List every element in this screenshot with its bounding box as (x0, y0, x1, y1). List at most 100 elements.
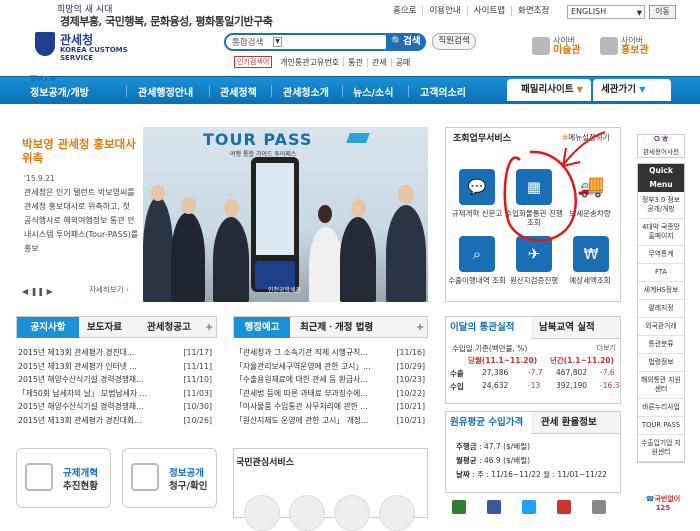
cargo-search-icon[interactable]: ▦ (516, 169, 552, 205)
quick-item[interactable]: TOUR PASS (638, 417, 684, 435)
twitter-icon[interactable] (522, 500, 536, 514)
guide-link[interactable]: 이용안내 (422, 6, 466, 16)
banner-title[interactable]: 박보영 관세청 홍보대사 위촉 (22, 137, 140, 165)
search-category[interactable]: 통합검색 (232, 36, 263, 48)
service-origin-verification[interactable]: 원산지검증진행 (504, 276, 564, 285)
info-disclosure-button[interactable]: 정보공개 청구/확인 (122, 448, 217, 508)
keyword-link[interactable]: 개인통관고유번호 (276, 58, 343, 67)
list-item-title[interactable]: 「관세청과 그 소속기관 직제 시행규칙... (235, 348, 368, 357)
tab-notices[interactable]: 공지사항 (17, 317, 79, 338)
pause-icon[interactable]: ❚❚ (31, 287, 44, 296)
keyword-link[interactable]: 관세 (366, 57, 391, 67)
search-button[interactable]: 🔍검색 (386, 33, 426, 51)
list-item[interactable]: 2015년 해양수산식기설 경력경쟁채... [11/10] (18, 373, 212, 387)
tab-press[interactable]: 보도자료 (87, 317, 122, 338)
stats-more-link[interactable]: 더보기 (597, 343, 616, 353)
nav-customs-admin[interactable]: 관세행정안내 (138, 84, 193, 99)
list-item-title[interactable]: 2015년 제13회 관세평가 인터넷 ... (18, 362, 137, 371)
chat-icon[interactable]: 💬 (459, 169, 495, 205)
keyword-link[interactable]: 통관 (343, 57, 367, 67)
magnifier-icon[interactable]: ⌕ (459, 236, 495, 272)
customs-emblem-icon[interactable] (35, 32, 55, 56)
list-item[interactable]: 2015년 제13회 관세평가 인터넷 ... [11/11] (18, 360, 212, 374)
airplane-icon[interactable]: ✈ (516, 236, 552, 272)
list-item-title[interactable]: 「제50회 납세자의 날」 모범납세자 ... (18, 389, 147, 398)
quick-item[interactable]: 수출입기업 지원센터 (638, 435, 684, 462)
service-circle-icon[interactable] (244, 495, 280, 531)
quick-item[interactable]: 바른누리사업 (638, 399, 684, 417)
screen-zoom-link[interactable]: 화면조정 (511, 6, 555, 16)
social-icon[interactable] (592, 500, 606, 514)
list-item[interactable]: 2015년 제13회 관세평가 경진대회... [10/26] (18, 414, 212, 428)
nav-voice[interactable]: 고객의소리 (420, 84, 466, 99)
list-item-title[interactable]: 「원산지제도 운영에 관한 고시」 개정... (235, 416, 368, 425)
truck-icon[interactable]: 🚚 (573, 169, 609, 205)
plus-icon[interactable]: + (205, 317, 213, 338)
list-item[interactable]: 「제50회 납세자의 날」 모범납세자 ... [11/03] (18, 387, 212, 401)
quick-item[interactable]: FTA (638, 264, 684, 282)
nav-about[interactable]: 관세청소개 (283, 84, 329, 99)
service-regulation-report[interactable]: 규제개혁 신문고 (447, 209, 507, 218)
list-item[interactable]: 「자율관리보세구역운영에 관한 고시」... [10/29] (235, 360, 425, 374)
tab-exchange-rate[interactable]: 관세 환율정보 (541, 412, 597, 434)
language-go-button[interactable]: 이동 (649, 5, 676, 19)
list-item[interactable]: 2015년 해양수산식기설 경력경쟁채... [10/30] (18, 400, 212, 414)
service-tax-estimate[interactable]: 예상세액조회 (560, 276, 620, 285)
list-item[interactable]: 「관세법 등에 따른 과태료 부과징수에... [10/22] (235, 387, 425, 401)
tab-oil-price[interactable]: 원유평균 수입가격 (446, 412, 531, 434)
tab-recent-laws[interactable]: 최근제ㆍ개정 법령 (300, 317, 373, 338)
quick-item[interactable]: 세계HS정보 (638, 282, 684, 300)
main-banner[interactable]: 박보영 관세청 홍보대사 위촉 '15.9.21 관세청은 인기 탤런트 박보영… (16, 127, 428, 302)
quick-item[interactable]: 해외통관 지원센터 (638, 372, 684, 399)
nav-open-gov[interactable]: 정보공개/개방 (30, 84, 89, 99)
regulation-reform-button[interactable]: 규제개혁 추진현황 (16, 448, 111, 508)
quick-item[interactable]: 정부3.0 정보공개/개방 (638, 192, 684, 219)
list-item-title[interactable]: 2015년 제13회 관세평가 경진대회... (18, 416, 142, 425)
won-icon[interactable]: ₩ (573, 236, 609, 272)
service-circle-icon[interactable] (289, 495, 325, 531)
list-item[interactable]: 「관세청과 그 소속기관 직제 시행규칙... [11/16] (235, 346, 425, 360)
list-item-title[interactable]: 「이사물품 수입통관 사무처리에 관한 ... (235, 402, 368, 411)
lookup-services-title[interactable]: 조회업무서비스 (447, 131, 514, 147)
service-bonded-transport[interactable]: 보세운송차량 (560, 209, 620, 218)
facebook-icon[interactable] (487, 500, 501, 514)
family-site-dropdown[interactable]: 패밀리사이트 ▼ (507, 79, 591, 101)
plus-icon[interactable]: + (416, 317, 424, 338)
search-box[interactable]: 통합검색 ▼ (224, 33, 392, 51)
service-circle-icon[interactable] (379, 495, 415, 531)
next-arrow-icon[interactable]: ▶ (47, 287, 53, 296)
list-item-title[interactable]: 「자율관리보세구역운영에 관한 고시」... (235, 362, 371, 371)
service-export-history[interactable]: 수출이행내역 조회 (447, 276, 507, 285)
cyber-gallery-link[interactable]: 사이버 미술관 (532, 36, 581, 56)
list-item[interactable]: 「이사물품 수입통관 사무처리에 관한 ... [10/21] (235, 400, 425, 414)
logo-english[interactable]: KOREA CUSTOMS SERVICE (60, 46, 140, 62)
prev-arrow-icon[interactable]: ◀ (22, 287, 28, 296)
nav-customs-policy[interactable]: 관세정책 (220, 84, 257, 99)
list-item-title[interactable]: 2015년 제13회 관세평가 경진대... (18, 348, 134, 357)
list-item-title[interactable]: 「수출용원재료에 대한 관세 등 환급사... (235, 375, 368, 384)
list-item-title[interactable]: 「관세법 등에 따른 과태료 부과징수에... (235, 389, 368, 398)
staff-search-button[interactable]: 직원검색 (432, 33, 476, 50)
tab-monthly-stats[interactable]: 이달의 통관실적 (446, 317, 531, 339)
service-import-cargo-status[interactable]: 수입화물통관 진행조회 (504, 209, 564, 227)
tab-inter-korean[interactable]: 남북교역 실적 (539, 317, 595, 339)
banner-more-link[interactable]: 자세히보기 › (89, 284, 129, 295)
list-item[interactable]: 「수출용원재료에 대한 관세 등 환급사... [10/23] (235, 373, 425, 387)
quick-item[interactable]: 법령정보 (638, 354, 684, 372)
sitemap-link[interactable]: 사이트맵 (466, 6, 511, 16)
cyber-pr-link[interactable]: 사이버 홍보관 (600, 36, 649, 56)
language-select[interactable]: ENGLISH ▼ (567, 5, 645, 19)
list-item[interactable]: 2015년 제13회 관세평가 경진대... [11/17] (18, 346, 212, 360)
home-link[interactable]: 홈으로 (387, 6, 422, 16)
quick-item[interactable]: 외국환거래 (638, 318, 684, 336)
nav-news[interactable]: 뉴스/소식 (353, 84, 393, 99)
menu-settings-link[interactable]: ✲메뉴설정하기 (562, 132, 610, 143)
quick-item[interactable]: 4대악 국종망 홈페이지 (638, 219, 684, 246)
list-item-title[interactable]: 2015년 해양수산식기설 경력경쟁채... (18, 375, 143, 384)
list-item-title[interactable]: 2015년 해양수산식기설 경력경쟁채... (18, 402, 143, 411)
quick-item[interactable]: 무역통계 (638, 246, 684, 264)
youtube-icon[interactable] (557, 500, 571, 514)
tab-announcements[interactable]: 관세청공고 (147, 317, 191, 338)
customs-office-dropdown[interactable]: 세관가기 ▼ (593, 79, 671, 101)
keyword-link[interactable]: 공매 (390, 57, 415, 67)
